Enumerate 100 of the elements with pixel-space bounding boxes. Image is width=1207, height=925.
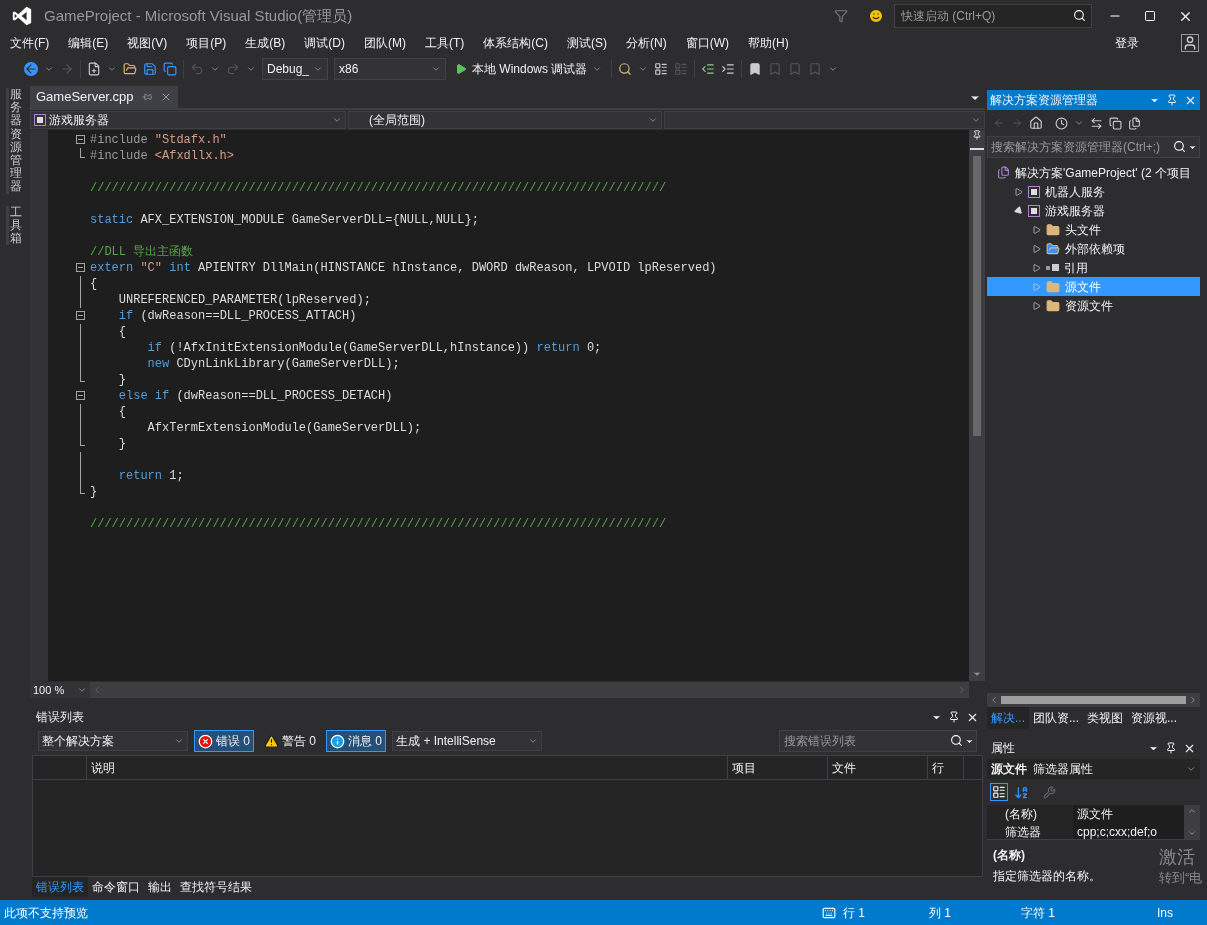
caret-icon[interactable]	[1188, 143, 1197, 152]
quick-launch-field[interactable]: 快速启动 (Ctrl+Q)	[894, 4, 1092, 28]
home-icon[interactable]	[1029, 116, 1043, 130]
collapsed-icon[interactable]	[1015, 187, 1023, 196]
panel-tab[interactable]: 资源视...	[1127, 707, 1182, 729]
expanded-icon[interactable]	[1013, 204, 1025, 217]
panel-tab[interactable]: 查找符号结果	[176, 877, 256, 897]
smiley-icon[interactable]	[868, 8, 884, 24]
fold-toggle[interactable]	[76, 311, 85, 320]
object-dropdown[interactable]: 源文件 筛选器属性	[987, 759, 1200, 779]
project-dropdown[interactable]: 游戏服务器	[30, 111, 346, 129]
tree-item[interactable]: 机器人服务	[987, 182, 1200, 201]
search-icon[interactable]	[1173, 140, 1186, 153]
save-icon[interactable]	[143, 62, 157, 76]
collapsed-icon[interactable]	[1033, 244, 1041, 253]
panel-tab[interactable]: 团队资...	[1029, 707, 1084, 729]
panel-tab[interactable]: 命令窗口	[88, 877, 144, 897]
code-line: else if (dwReason==DLL_PROCESS_DETACH)	[117, 388, 393, 404]
save-all-icon[interactable]	[163, 62, 177, 76]
column-header[interactable]: 项目	[728, 756, 828, 779]
property-value[interactable]: cpp;c;cxx;def;o	[1073, 823, 1184, 839]
bookmark-icon[interactable]	[748, 62, 763, 76]
scroll-up-icon[interactable]	[1187, 806, 1197, 816]
sync-icon[interactable]	[1090, 116, 1103, 130]
source-dropdown[interactable]: 生成 + IntelliSense	[392, 731, 543, 751]
tree-item[interactable]: 资源文件	[987, 296, 1200, 315]
fold-toggle[interactable]	[76, 135, 85, 144]
caret-icon[interactable]	[965, 737, 974, 746]
tree-item[interactable]: 引用	[987, 258, 1200, 277]
panel-tab[interactable]: 输出	[144, 877, 176, 897]
menu-item[interactable]: 生成(B)	[239, 34, 292, 52]
search-icon[interactable]	[1073, 9, 1086, 22]
menu-item[interactable]: 调试(D)	[298, 34, 351, 52]
side-tab[interactable]: 工具箱	[6, 205, 22, 246]
tree-item[interactable]: 游戏服务器	[987, 201, 1200, 220]
column-header[interactable]: 说明	[87, 756, 728, 779]
list-icon[interactable]	[654, 62, 669, 76]
menu-item[interactable]: 帮助(H)	[742, 34, 795, 52]
column-header[interactable]: 文件	[828, 756, 928, 779]
show-all-files-icon[interactable]	[1128, 116, 1141, 130]
collapsed-icon[interactable]	[1033, 301, 1041, 310]
back-icon[interactable]	[24, 62, 38, 76]
vertical-scrollbar[interactable]	[969, 130, 985, 681]
account-icon[interactable]	[1181, 34, 1199, 52]
scroll-down-icon[interactable]	[1187, 828, 1197, 838]
history-icon[interactable]	[1055, 116, 1068, 130]
maximize-icon[interactable]	[1144, 10, 1156, 22]
scroll-left-icon[interactable]	[989, 695, 999, 705]
panel-tab[interactable]: 错误列表	[32, 877, 88, 897]
categorized-icon[interactable]	[990, 783, 1008, 801]
menu-item[interactable]: 工具(T)	[419, 34, 471, 52]
horizontal-scrollbar[interactable]	[987, 693, 1200, 707]
pin-icon[interactable]	[1165, 742, 1177, 754]
search-field[interactable]: 搜索解决方案资源管理器(Ctrl+;)	[987, 136, 1200, 158]
new-file-icon[interactable]	[87, 62, 101, 76]
sort-icon[interactable]	[1014, 784, 1029, 800]
side-tab[interactable]: 服务器资源管理器	[6, 88, 22, 194]
scroll-down-icon[interactable]	[972, 669, 982, 679]
menu-item[interactable]: 体系结构(C)	[477, 34, 554, 52]
scope-dropdown[interactable]: 整个解决方案	[38, 731, 188, 751]
filter-button[interactable]: 消息 0	[326, 730, 387, 752]
zoom-dropdown[interactable]: 100 %	[30, 682, 90, 698]
search-icon[interactable]	[950, 734, 963, 747]
filter-button[interactable]: 警告 0	[260, 730, 321, 752]
find-icon[interactable]	[618, 62, 633, 76]
configuration-dropdown[interactable]: Debug_	[262, 58, 328, 80]
scroll-right-icon[interactable]	[1188, 695, 1198, 705]
wrench-icon[interactable]	[1043, 785, 1056, 799]
pin-icon[interactable]	[948, 711, 960, 723]
menu-item[interactable]: 测试(S)	[561, 34, 613, 52]
collapse-all-icon[interactable]	[1109, 116, 1122, 130]
panel-tab[interactable]: 类视图	[1083, 707, 1128, 729]
caret-icon	[1186, 764, 1196, 774]
menu-item[interactable]: 视图(V)	[121, 34, 174, 52]
collapsed-icon[interactable]	[1033, 263, 1041, 272]
sign-in-link[interactable]: 登录	[1115, 34, 1139, 52]
column-header[interactable]: 行	[928, 756, 964, 779]
menu-item[interactable]: 编辑(E)	[62, 34, 115, 52]
menu-item[interactable]: 项目(P)	[180, 34, 233, 52]
open-folder-icon[interactable]	[123, 62, 137, 76]
platform-dropdown[interactable]: x86	[334, 58, 446, 80]
collapsed-icon[interactable]	[1033, 225, 1041, 234]
scope-dropdown[interactable]: (全局范围)	[348, 111, 662, 129]
menu-item[interactable]: 团队(M)	[358, 34, 412, 52]
tree-item[interactable]: 外部依赖项	[987, 239, 1200, 258]
vertical-scrollbar[interactable]	[1184, 805, 1200, 839]
search-field[interactable]: 搜索错误列表	[779, 730, 977, 752]
filter-button[interactable]: 错误 0	[194, 730, 254, 752]
fold-toggle[interactable]	[76, 263, 85, 272]
panel-tab[interactable]: 解决...	[987, 707, 1029, 729]
tree-item[interactable]: 头文件	[987, 220, 1200, 239]
menu-item[interactable]: 分析(N)	[620, 34, 673, 52]
fold-toggle[interactable]	[76, 391, 85, 400]
outdent-icon[interactable]	[701, 62, 716, 76]
start-debugging-button[interactable]: 本地 Windows 调试器	[452, 58, 606, 80]
menu-item[interactable]: 窗口(W)	[679, 34, 735, 52]
property-value[interactable]: 源文件	[1073, 805, 1184, 823]
menu-item[interactable]: 文件(F)	[4, 34, 56, 52]
tree-item[interactable]: 解决方案'GameProject' (2 个项目	[987, 163, 1200, 182]
indent-icon[interactable]	[721, 62, 736, 76]
